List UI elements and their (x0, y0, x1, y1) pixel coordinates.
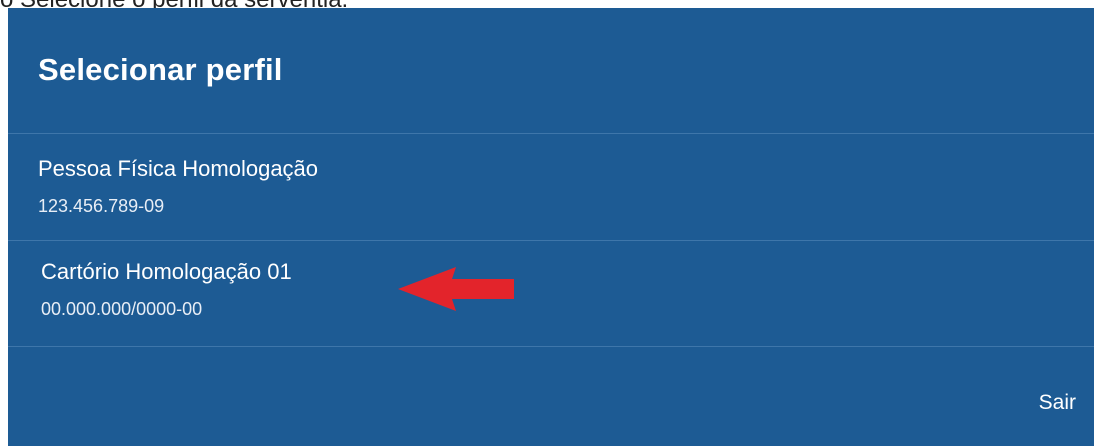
profile-document: 00.000.000/0000-00 (41, 299, 203, 319)
profile-document: 123.456.789-09 (38, 196, 165, 216)
red-arrow-icon (398, 267, 514, 311)
dialog-footer: Sair (8, 347, 1094, 446)
exit-button[interactable]: Sair (1039, 391, 1076, 415)
profile-item-cartorio[interactable]: Cartório Homologação 01 00.000.000/0000-… (8, 241, 1094, 347)
dialog-title: Selecionar perfil (38, 52, 283, 87)
profile-item-pessoa-fisica[interactable]: Pessoa Física Homologação 123.456.789-09 (8, 134, 1094, 241)
profile-name: Cartório Homologação 01 (41, 259, 292, 284)
select-profile-dialog: Selecionar perfil Pessoa Física Homologa… (8, 8, 1094, 446)
profile-name: Pessoa Física Homologação (38, 156, 319, 181)
dialog-header: Selecionar perfil (8, 8, 1094, 134)
